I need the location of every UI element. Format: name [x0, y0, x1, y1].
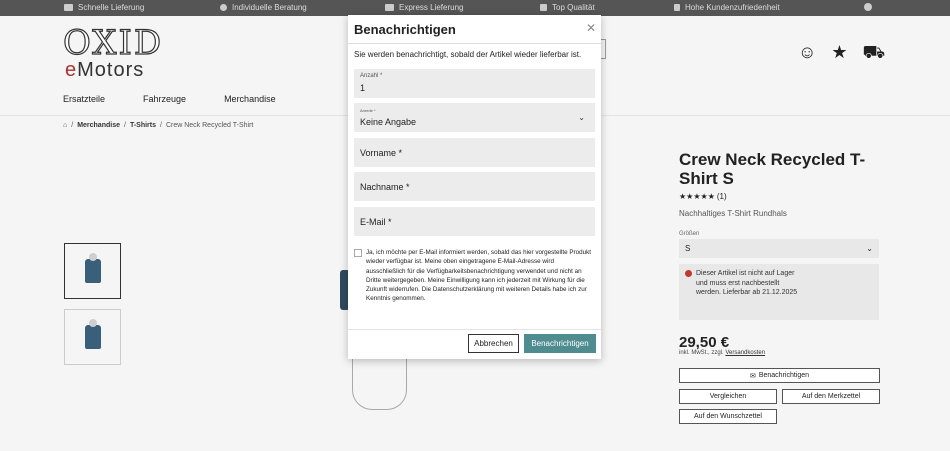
salutation-label: Anrede *: [360, 108, 376, 113]
close-icon[interactable]: ✕: [586, 22, 596, 34]
quantity-value: 1: [360, 83, 366, 93]
modal-title: Benachrichtigen: [354, 22, 456, 37]
chevron-down-icon: ⌄: [578, 113, 585, 122]
modal-footer-divider: [348, 329, 601, 330]
modal-header: Benachrichtigen ✕: [348, 15, 601, 44]
quantity-field[interactable]: Anzahl * 1: [354, 69, 595, 98]
consent-text: Ja, ich möchte per E-Mail informiert wer…: [366, 249, 592, 303]
consent-checkbox[interactable]: [354, 249, 362, 257]
quantity-label: Anzahl *: [360, 73, 383, 79]
modal-intro-text: Sie werden benachrichtigt, sobald der Ar…: [354, 50, 582, 59]
email-placeholder: E-Mail *: [360, 217, 392, 227]
lastname-placeholder: Nachname *: [360, 182, 410, 192]
cancel-button[interactable]: Abbrechen: [468, 334, 519, 353]
lastname-field[interactable]: Nachname *: [354, 172, 595, 201]
notify-modal: Benachrichtigen ✕ Sie werden benachricht…: [348, 15, 601, 359]
firstname-field[interactable]: Vorname *: [354, 138, 595, 167]
firstname-placeholder: Vorname *: [360, 148, 403, 158]
submit-notify-button[interactable]: Benachrichtigen: [524, 334, 596, 353]
salutation-value: Keine Angabe: [360, 117, 417, 127]
email-field[interactable]: E-Mail *: [354, 207, 595, 236]
salutation-select[interactable]: Anrede * Keine Angabe ⌄: [354, 103, 595, 132]
